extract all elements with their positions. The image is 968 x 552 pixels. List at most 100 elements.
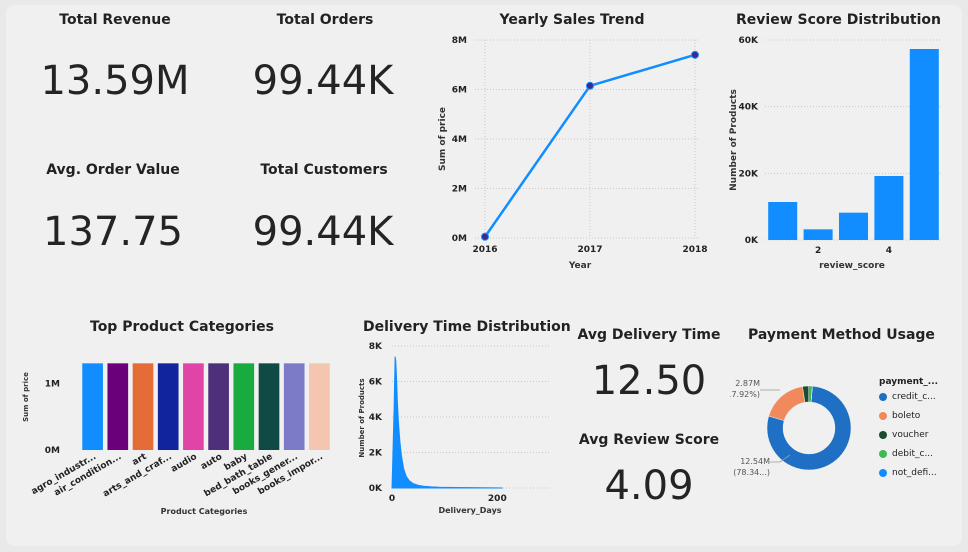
- data-point: [586, 81, 594, 90]
- y-tick-label: 6M: [452, 86, 467, 96]
- y-tick-label: 2K: [369, 449, 383, 459]
- yearly-sales-y-label: Sum of price: [438, 107, 448, 171]
- delivery-dist-x-label: Delivery_Days: [438, 506, 501, 515]
- donut-slice: [768, 386, 806, 421]
- avg-review-score-label: Avg Review Score: [578, 432, 720, 448]
- total-orders-value: 99.44K: [252, 58, 394, 104]
- x-tick-label: audio: [169, 452, 198, 475]
- bar: [183, 363, 204, 450]
- bar: [309, 363, 330, 450]
- legend-dot-icon: [879, 431, 887, 439]
- delivery-dist-area: [391, 356, 503, 489]
- payment-annotation-1-pct: (17.92%): [730, 390, 760, 399]
- bar: [874, 176, 904, 240]
- x-tick-label: 2018: [682, 245, 707, 255]
- total-customers-value: 99.44K: [252, 209, 394, 255]
- delivery-dist-chart: 0K 2K 4K 6K 8K 0 200 Delivery_Days Number of …: [358, 342, 550, 515]
- top-categories-y-label: Sum of price: [22, 372, 30, 422]
- payment-annotation-1-value: 2.87M: [735, 379, 760, 388]
- avg-delivery-time-value: 12.50: [591, 358, 707, 404]
- review-dist-x-ticks: 24: [815, 246, 892, 256]
- bar: [233, 363, 255, 450]
- delivery-dist-y-label: Number of Products: [358, 378, 366, 457]
- avg-order-value-value: 137.75: [43, 209, 183, 255]
- y-tick-label: 40K: [739, 103, 760, 113]
- bar: [909, 49, 939, 240]
- yearly-sales-x-ticks: 2016 2017 2018: [472, 245, 707, 255]
- legend-label: boleto: [892, 411, 921, 421]
- payment-legend-item-not-defined[interactable]: not_defi...: [879, 468, 937, 478]
- total-revenue-label: Total Revenue: [59, 12, 171, 28]
- y-tick-label: 1M: [45, 379, 60, 389]
- y-tick-label: 0M: [45, 446, 60, 456]
- bar: [208, 363, 229, 450]
- delivery-dist-x-ticks: 0 200: [389, 494, 507, 504]
- y-tick-label: 2M: [452, 185, 467, 195]
- payment-legend-item-voucher[interactable]: voucher: [879, 430, 928, 440]
- legend-label: not_defi...: [892, 468, 937, 478]
- yearly-sales-chart: 0M 2M 4M 6M 8M 2016 2017 2018 Year Sum of pric…: [438, 36, 708, 271]
- yearly-sales-x-label: Year: [568, 261, 592, 271]
- y-tick-label: 8K: [369, 342, 383, 352]
- review-dist-bars: [768, 49, 939, 240]
- y-tick-label: 4M: [452, 135, 467, 145]
- payment-legend-title: payment_...: [879, 377, 939, 387]
- y-tick-label: 0M: [452, 234, 467, 244]
- yearly-sales-title: Yearly Sales Trend: [499, 12, 645, 28]
- x-tick-label: 2017: [577, 245, 602, 255]
- top-categories-title: Top Product Categories: [90, 319, 274, 335]
- yearly-sales-y-ticks: 0M 2M 4M 6M 8M: [452, 36, 467, 244]
- payment-usage-title: Payment Method Usage: [748, 327, 935, 343]
- total-customers-label: Total Customers: [260, 162, 388, 178]
- payment-legend-item-debit[interactable]: debit_c...: [879, 449, 933, 459]
- data-point: [481, 232, 489, 241]
- x-tick-label: 200: [488, 494, 507, 504]
- top-categories-bars: [82, 363, 330, 450]
- top-categories-y-ticks: 0M 1M: [45, 379, 60, 456]
- yearly-sales-grid: [475, 39, 700, 239]
- y-tick-label: 60K: [739, 36, 760, 46]
- y-tick-label: 0K: [369, 484, 383, 494]
- legend-dot-icon: [879, 450, 887, 458]
- review-dist-chart: 0K 20K 40K 60K 24 review_score Number of Pr…: [729, 36, 942, 271]
- payment-annotation-2-pct: (78.34...): [733, 468, 770, 477]
- review-dist-x-label: review_score: [819, 261, 885, 271]
- bar: [82, 363, 103, 450]
- bar: [838, 212, 869, 240]
- review-dist-title: Review Score Distribution: [736, 12, 941, 28]
- y-tick-label: 8M: [452, 36, 467, 46]
- legend-label: debit_c...: [892, 449, 934, 459]
- payment-donut-chart: 2.87M (17.92%) 12.54M (78.34...): [730, 379, 852, 477]
- x-tick-label: 0: [389, 494, 395, 504]
- bar: [157, 363, 179, 450]
- top-categories-chart: 0M 1M agro_industr...air_condition... arta…: [22, 363, 330, 516]
- y-tick-label: 6K: [369, 378, 383, 388]
- delivery-dist-title: Delivery Time Distribution: [363, 319, 571, 335]
- x-tick-label: 4: [886, 246, 892, 256]
- legend-dot-icon: [879, 393, 887, 401]
- review-dist-y-ticks: 0K 20K 40K 60K: [739, 36, 760, 246]
- y-tick-label: 0K: [745, 236, 759, 246]
- bar: [107, 363, 129, 450]
- review-dist-y-label: Number of Products: [729, 89, 739, 191]
- x-tick-label: 2016: [472, 245, 497, 255]
- legend-label: credit_c...: [892, 392, 936, 402]
- payment-annotation-2-value: 12.54M: [740, 457, 770, 466]
- payment-legend-item-boleto[interactable]: boleto: [879, 411, 920, 421]
- avg-delivery-time-label: Avg Delivery Time: [577, 327, 721, 343]
- legend-dot-icon: [879, 412, 887, 420]
- delivery-dist-y-ticks: 0K 2K 4K 6K 8K: [369, 342, 383, 494]
- avg-review-score-value: 4.09: [604, 463, 694, 509]
- bar: [803, 229, 833, 240]
- legend-dot-icon: [879, 469, 887, 477]
- avg-order-value-label: Avg. Order Value: [46, 162, 180, 178]
- bar: [768, 202, 798, 240]
- top-categories-x-label: Product Categories: [161, 507, 248, 516]
- payment-legend-item-credit[interactable]: credit_c...: [879, 392, 936, 402]
- legend-label: voucher: [892, 430, 929, 440]
- y-tick-label: 20K: [739, 169, 760, 179]
- payment-donut-slices: [766, 385, 852, 471]
- bar: [132, 363, 154, 450]
- bar: [258, 363, 280, 450]
- x-tick-label: auto: [199, 452, 224, 472]
